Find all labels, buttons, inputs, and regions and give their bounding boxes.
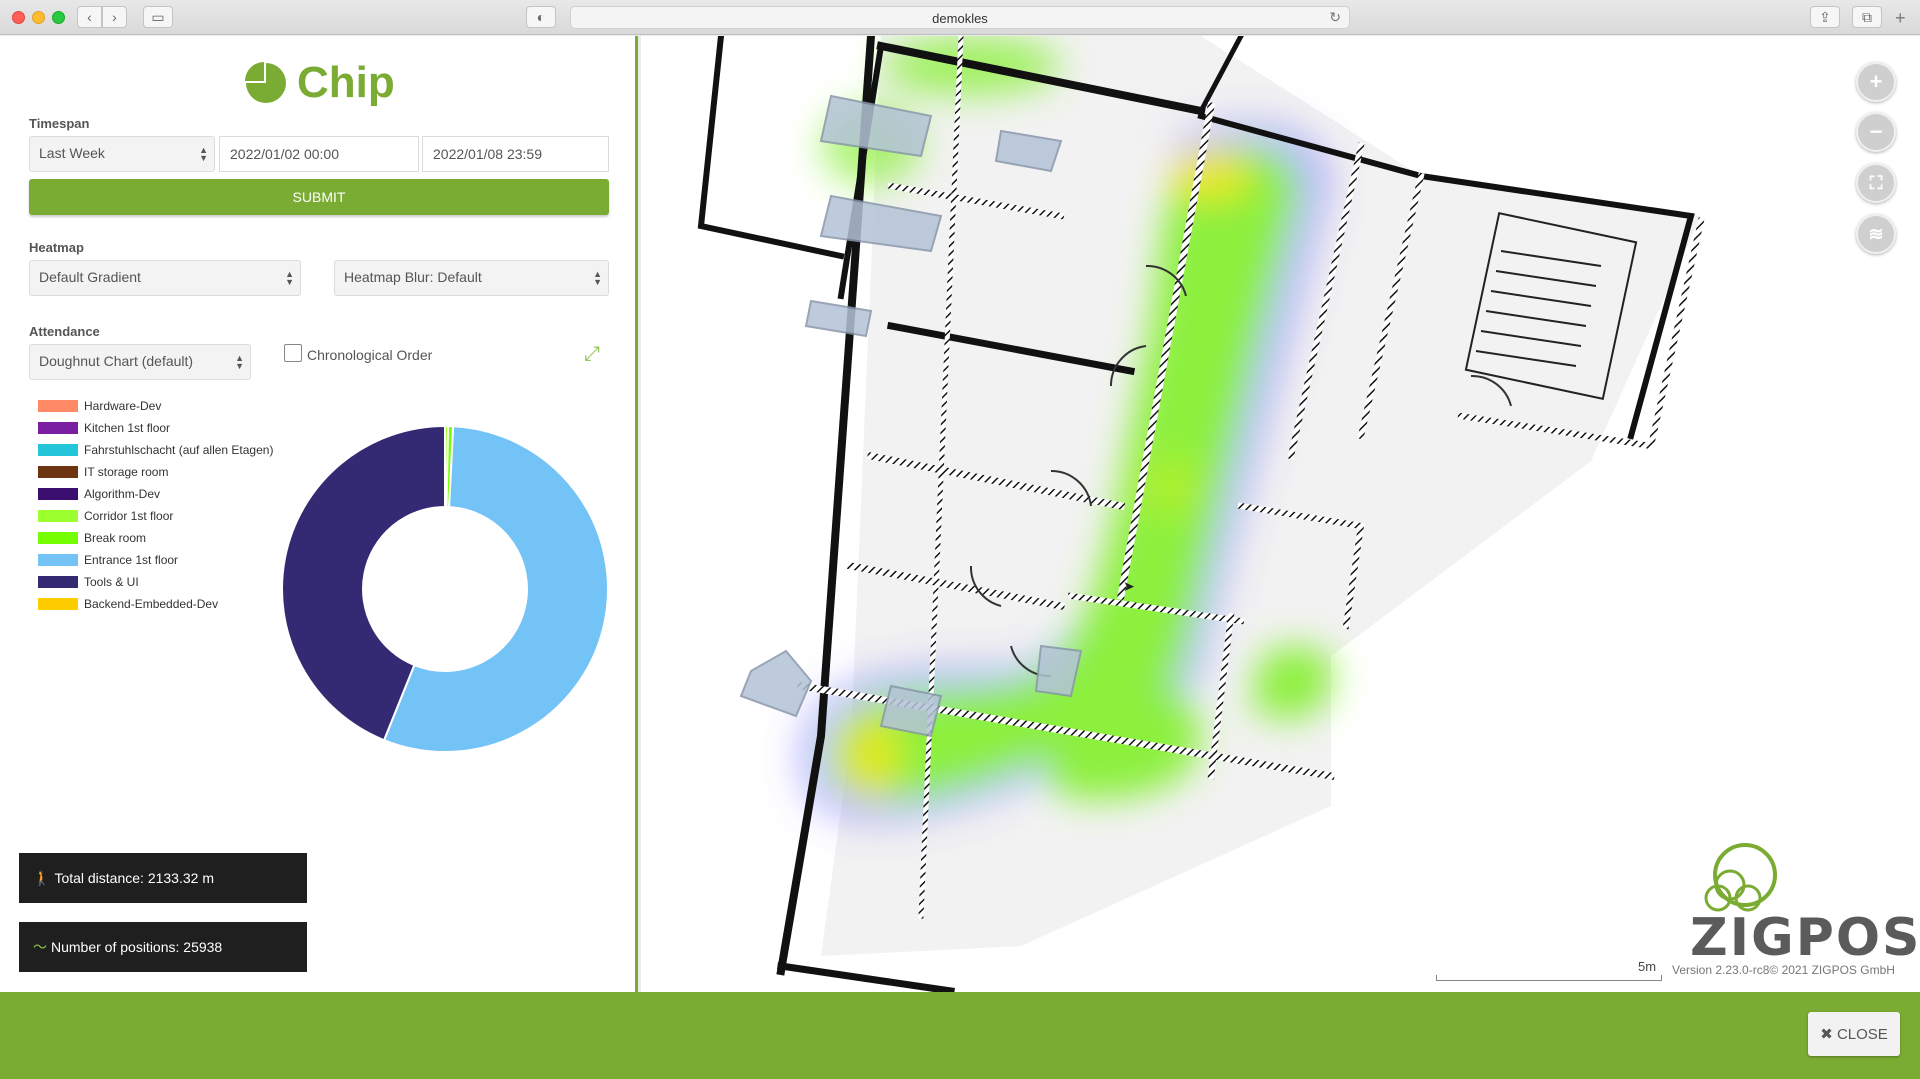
legend-label: IT storage room bbox=[84, 465, 169, 479]
sidebar-icon: ▭ bbox=[151, 8, 165, 25]
legend-item[interactable]: Hardware-Dev bbox=[38, 395, 273, 417]
minimize-window-button[interactable] bbox=[32, 11, 45, 24]
legend-label: Corridor 1st floor bbox=[84, 509, 174, 523]
legend-swatch bbox=[38, 532, 78, 544]
legend-item[interactable]: IT storage room bbox=[38, 461, 273, 483]
legend-swatch bbox=[38, 598, 78, 610]
legend-item[interactable]: Algorithm-Dev bbox=[38, 483, 273, 505]
walking-icon: 🚶 bbox=[33, 869, 51, 886]
close-window-button[interactable] bbox=[12, 11, 25, 24]
attendance-chart-select[interactable]: Doughnut Chart (default) ▲ ▼ bbox=[29, 344, 251, 380]
legend-label: Break room bbox=[84, 531, 147, 545]
url-text: demokles bbox=[932, 11, 988, 26]
chronological-order-label: Chronological Order bbox=[307, 347, 433, 363]
shield-icon: ◐ bbox=[536, 9, 546, 25]
end-date-input[interactable]: 2022/01/08 23:59 bbox=[422, 136, 609, 172]
layers-icon: ≋ bbox=[1868, 223, 1884, 244]
back-button[interactable]: ‹ bbox=[77, 6, 102, 28]
map-cursor-icon: ➤ bbox=[1123, 578, 1135, 594]
trend-icon: 〜 bbox=[33, 939, 47, 955]
scale-bar bbox=[1436, 975, 1662, 981]
timespan-preset-select[interactable]: Last Week ▲ ▼ bbox=[29, 136, 215, 172]
legend-swatch bbox=[38, 554, 78, 566]
attendance-doughnut-chart bbox=[281, 424, 609, 753]
attendance-chart-value: Doughnut Chart (default) bbox=[39, 353, 194, 369]
select-arrows-icon: ▲ ▼ bbox=[199, 145, 208, 163]
legend-item[interactable]: Tools & UI bbox=[38, 571, 273, 593]
address-bar[interactable]: demokles ↻ bbox=[570, 6, 1350, 29]
heatmap-blur-select[interactable]: Heatmap Blur: Default ▲ ▼ bbox=[334, 260, 609, 296]
version-text: Version 2.23.0-rc8© 2021 ZIGPOS GmbH bbox=[1672, 963, 1895, 977]
submit-button[interactable]: SUBMIT bbox=[29, 179, 609, 215]
new-tab-button[interactable]: + bbox=[1895, 8, 1906, 29]
zigpos-brand-text: ZIGPOS bbox=[1690, 908, 1920, 968]
reload-icon[interactable]: ↻ bbox=[1329, 9, 1341, 26]
timespan-preset-value: Last Week bbox=[39, 145, 105, 161]
total-distance-box: 🚶 Total distance: 2133.32 m bbox=[19, 853, 307, 903]
timespan-label: Timespan bbox=[29, 116, 90, 131]
legend-swatch bbox=[38, 488, 78, 500]
privacy-button[interactable]: ◐ bbox=[526, 6, 556, 28]
legend-item[interactable]: Kitchen 1st floor bbox=[38, 417, 273, 439]
attendance-label: Attendance bbox=[29, 324, 100, 339]
fullscreen-button[interactable]: ⛶ bbox=[1856, 163, 1896, 203]
select-arrows-icon: ▲ ▼ bbox=[235, 353, 244, 371]
zoom-window-button[interactable] bbox=[52, 11, 65, 24]
legend-swatch bbox=[38, 576, 78, 588]
legend-label: Tools & UI bbox=[84, 575, 139, 589]
legend-item[interactable]: Fahrstuhlschacht (auf allen Etagen) bbox=[38, 439, 273, 461]
chronological-order-checkbox[interactable] bbox=[284, 344, 302, 362]
select-arrows-icon: ▲ ▼ bbox=[593, 269, 602, 287]
legend-label: Fahrstuhlschacht (auf allen Etagen) bbox=[84, 443, 274, 457]
share-icon: ⇪ bbox=[1819, 8, 1831, 25]
total-distance-text: Total distance: 2133.32 m bbox=[54, 870, 214, 886]
legend-label: Algorithm-Dev bbox=[84, 487, 161, 501]
legend-swatch bbox=[38, 422, 78, 434]
legend-item[interactable]: Break room bbox=[38, 527, 273, 549]
plus-icon: + bbox=[1895, 8, 1906, 28]
heatmap-gradient-value: Default Gradient bbox=[39, 269, 141, 285]
heatmap-label: Heatmap bbox=[29, 240, 84, 255]
legend-swatch bbox=[38, 510, 78, 522]
app-logo: Chip bbox=[245, 58, 395, 108]
pie-chart-icon bbox=[245, 62, 286, 103]
legend-swatch bbox=[38, 444, 78, 456]
legend-item[interactable]: Corridor 1st floor bbox=[38, 505, 273, 527]
positions-count-text: Number of positions: 25938 bbox=[51, 939, 223, 955]
control-panel: Chip Timespan Last Week ▲ ▼ 2022/01/02 00… bbox=[0, 36, 638, 992]
close-button[interactable]: ✖ CLOSE bbox=[1808, 1012, 1900, 1056]
legend-swatch bbox=[38, 400, 78, 412]
legend-label: Hardware-Dev bbox=[84, 399, 162, 413]
fullscreen-icon: ⛶ bbox=[1869, 172, 1883, 193]
legend-label: Kitchen 1st floor bbox=[84, 421, 171, 435]
positions-count-box: 〜 Number of positions: 25938 bbox=[19, 922, 307, 972]
zoom-out-button[interactable]: − bbox=[1856, 112, 1896, 152]
minus-icon: − bbox=[1869, 119, 1883, 144]
browser-toolbar: ‹ › ▭ ◐ demokles ↻ ⇪ ⧉ + bbox=[0, 0, 1920, 35]
tabs-icon: ⧉ bbox=[1862, 8, 1872, 25]
share-button[interactable]: ⇪ bbox=[1810, 6, 1840, 28]
select-arrows-icon: ▲ ▼ bbox=[285, 269, 294, 287]
scale-label: 5m bbox=[1638, 959, 1657, 974]
forward-button[interactable]: › bbox=[102, 6, 127, 28]
legend-label: Backend-Embedded-Dev bbox=[84, 597, 219, 611]
sidebar-toggle-button[interactable]: ▭ bbox=[143, 6, 173, 28]
legend-item[interactable]: Entrance 1st floor bbox=[38, 549, 273, 571]
bottom-bar bbox=[0, 992, 1920, 1079]
plus-icon: + bbox=[1869, 69, 1883, 94]
heatmap-gradient-select[interactable]: Default Gradient ▲ ▼ bbox=[29, 260, 301, 296]
legend-label: Entrance 1st floor bbox=[84, 553, 179, 567]
expand-icon[interactable]: ⤢ bbox=[584, 343, 608, 367]
legend-item[interactable]: Backend-Embedded-Dev bbox=[38, 593, 273, 615]
legend-swatch bbox=[38, 466, 78, 478]
start-date-input[interactable]: 2022/01/02 00:00 bbox=[219, 136, 419, 172]
tabs-overview-button[interactable]: ⧉ bbox=[1852, 6, 1882, 28]
chevron-left-icon: ‹ bbox=[87, 9, 92, 25]
layers-button[interactable]: ≋ bbox=[1856, 214, 1896, 254]
heatmap-blur-value: Heatmap Blur: Default bbox=[344, 269, 482, 285]
chevron-right-icon: › bbox=[112, 9, 117, 25]
app-title: Chip bbox=[297, 58, 395, 107]
chart-legend: Hardware-Dev Kitchen 1st floor Fahrstuhlsc… bbox=[38, 395, 273, 615]
zoom-in-button[interactable]: + bbox=[1856, 62, 1896, 102]
